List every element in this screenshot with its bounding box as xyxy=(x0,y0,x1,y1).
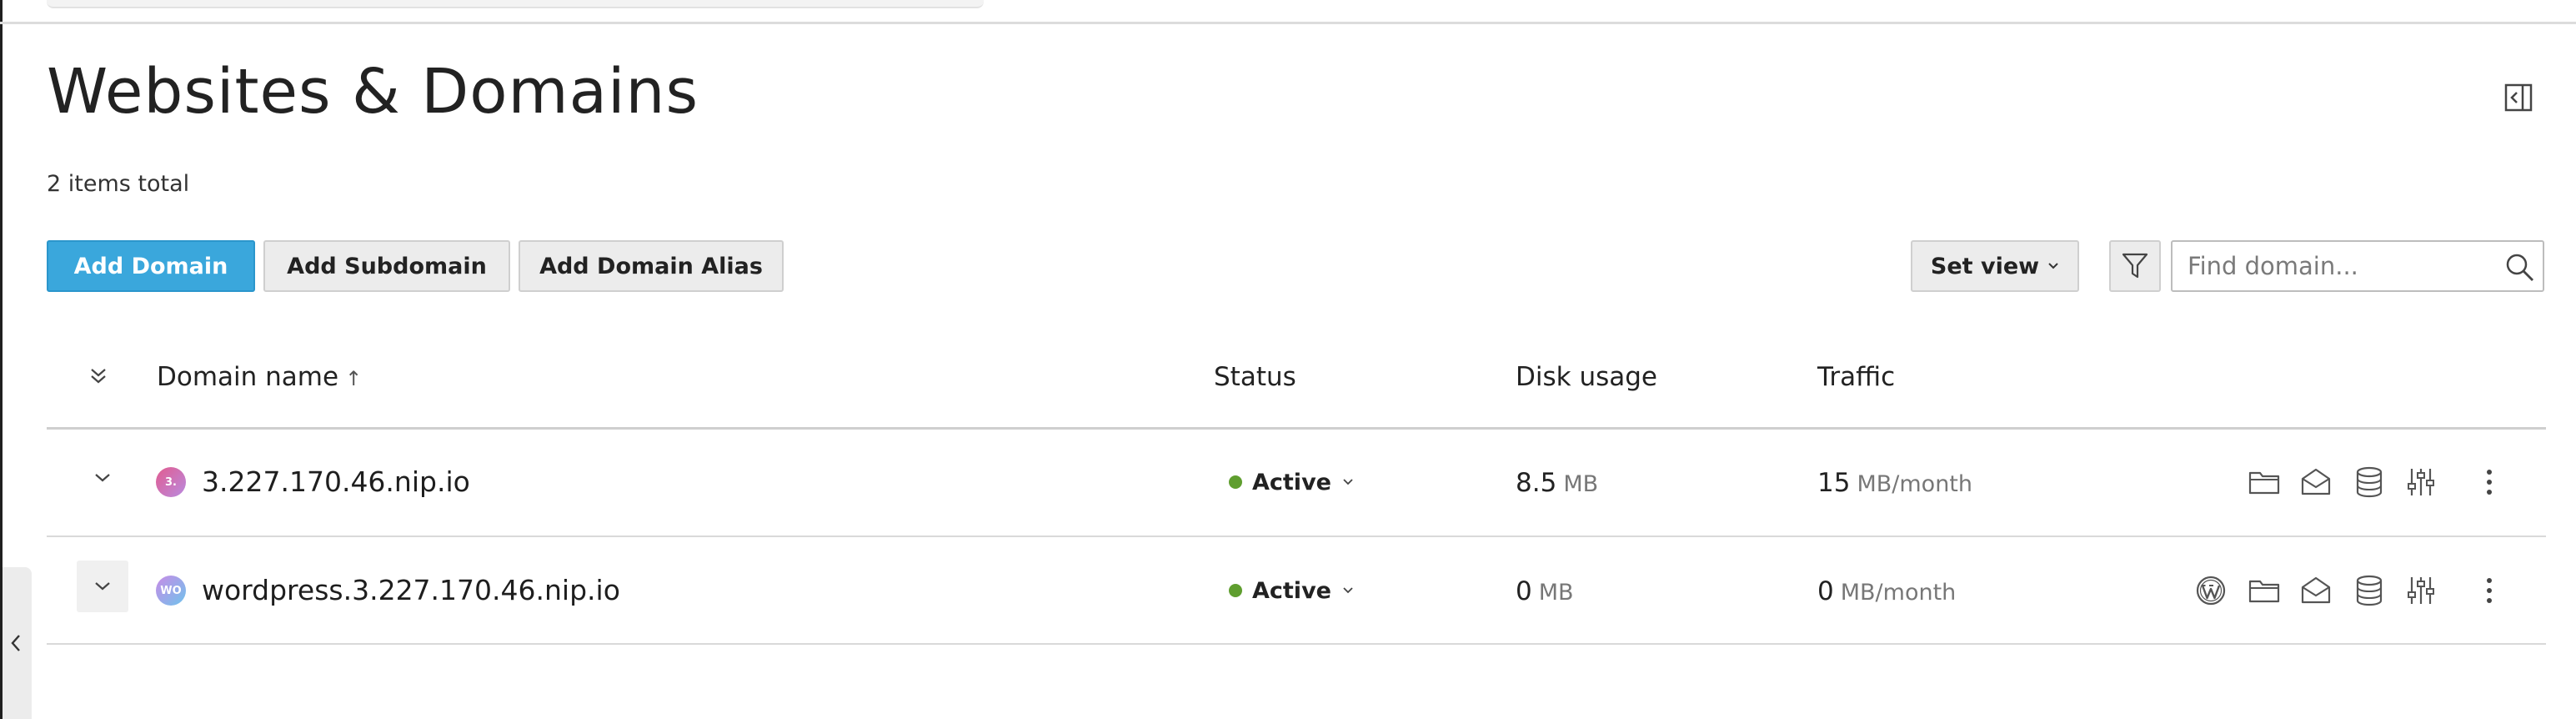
traffic-number: 15 xyxy=(1817,468,1851,498)
disk-usage-unit: MB xyxy=(1563,471,1599,497)
chevron-down-icon xyxy=(1343,479,1353,485)
table-row: 3. 3.227.170.46.nip.io Active 8.5 MB 15 MB… xyxy=(47,429,2546,535)
settings-sliders-icon[interactable] xyxy=(2403,572,2439,609)
column-header-domain-name[interactable]: Domain name ↑ xyxy=(157,360,362,395)
header-divider xyxy=(0,22,2576,24)
traffic-unit: MB/month xyxy=(1857,471,1972,497)
domain-favicon: WO xyxy=(156,576,186,606)
mail-icon[interactable] xyxy=(2298,464,2334,500)
traffic-value: 0 MB/month xyxy=(1817,574,1956,611)
status-label: Active xyxy=(1252,469,1331,495)
filter-icon xyxy=(2121,251,2149,281)
set-view-label: Set view xyxy=(1930,253,2040,279)
window-left-edge xyxy=(0,564,3,719)
wordpress-icon[interactable] xyxy=(2193,572,2229,609)
sort-ascending-icon: ↑ xyxy=(345,367,363,390)
traffic-unit: MB/month xyxy=(1840,580,1957,606)
row-expand-toggle[interactable] xyxy=(77,452,128,504)
mail-icon[interactable] xyxy=(2298,572,2334,609)
disk-usage-unit: MB xyxy=(1538,580,1574,606)
status-active-dot-icon xyxy=(1229,584,1242,597)
disk-usage-value: 8.5 MB xyxy=(1516,465,1598,502)
disk-usage-number: 0 xyxy=(1516,576,1532,606)
items-total-count: 2 items total xyxy=(47,171,190,197)
status-active-dot-icon xyxy=(1229,475,1242,489)
folder-icon[interactable] xyxy=(2246,572,2283,609)
set-view-button[interactable]: Set view xyxy=(1911,240,2079,292)
table-row: WO wordpress.3.227.170.46.nip.io Active … xyxy=(47,537,2546,644)
more-vertical-icon[interactable] xyxy=(2471,464,2508,500)
disk-usage-number: 8.5 xyxy=(1516,468,1557,498)
domain-name-link[interactable]: wordpress.3.227.170.46.nip.io xyxy=(202,572,620,609)
chevron-down-icon xyxy=(2047,262,2059,270)
more-vertical-icon[interactable] xyxy=(2471,572,2508,609)
chevron-down-icon xyxy=(1343,587,1353,594)
domain-name-link[interactable]: 3.227.170.46.nip.io xyxy=(202,464,470,500)
column-domain-name-label: Domain name xyxy=(157,362,339,392)
status-dropdown[interactable]: Active xyxy=(1229,574,1353,607)
add-subdomain-button[interactable]: Add Subdomain xyxy=(263,240,510,292)
disk-usage-value: 0 MB xyxy=(1516,574,1574,611)
add-domain-button[interactable]: Add Domain xyxy=(47,240,255,292)
domain-search-input[interactable] xyxy=(2173,243,2489,289)
column-header-status: Status xyxy=(1214,362,1296,392)
folder-icon[interactable] xyxy=(2246,464,2283,500)
search-icon[interactable] xyxy=(2504,252,2536,284)
add-domain-alias-button[interactable]: Add Domain Alias xyxy=(519,240,784,292)
status-label: Active xyxy=(1252,577,1331,604)
settings-sliders-icon[interactable] xyxy=(2403,464,2439,500)
chevron-left-icon xyxy=(10,634,22,652)
status-dropdown[interactable]: Active xyxy=(1229,465,1353,499)
domain-favicon: 3. xyxy=(156,467,186,497)
expand-all-icon[interactable] xyxy=(83,360,113,390)
filter-button[interactable] xyxy=(2109,240,2161,292)
database-icon[interactable] xyxy=(2351,572,2388,609)
collapse-panel-icon[interactable] xyxy=(2504,83,2533,112)
row-expand-toggle[interactable] xyxy=(77,561,128,612)
traffic-number: 0 xyxy=(1817,576,1834,606)
column-header-traffic: Traffic xyxy=(1817,362,1896,392)
domain-search-box xyxy=(2171,240,2544,292)
top-search-field[interactable] xyxy=(47,0,984,8)
page-title: Websites & Domains xyxy=(47,56,699,128)
database-icon[interactable] xyxy=(2351,464,2388,500)
column-header-disk-usage: Disk usage xyxy=(1516,362,1657,392)
expand-sidebar-tab[interactable] xyxy=(0,567,32,719)
row-divider xyxy=(47,643,2546,645)
traffic-value: 15 MB/month xyxy=(1817,465,1972,502)
